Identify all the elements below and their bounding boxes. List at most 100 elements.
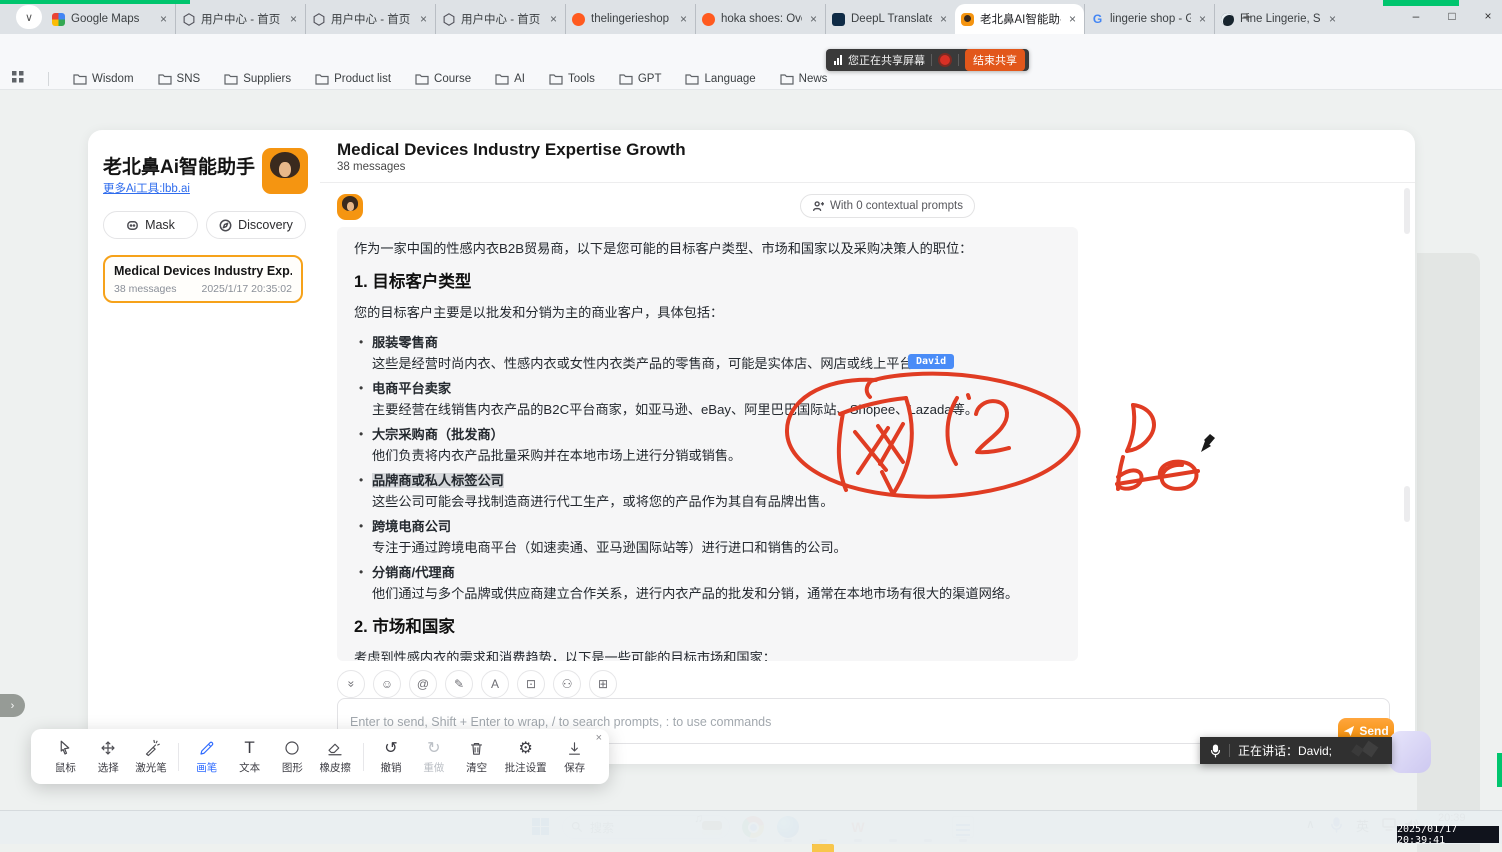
window-minimize-button[interactable]: –	[1398, 0, 1434, 32]
bookmark-label: Product list	[334, 73, 391, 85]
tool-save[interactable]: 保存	[554, 738, 595, 775]
chat-list-item[interactable]: Medical Devices Industry Exp... 38 messa…	[103, 255, 303, 303]
bookmark-folder-product-list[interactable]: Product list	[315, 73, 391, 85]
undo-icon: ↺	[384, 738, 397, 758]
tab-google-maps[interactable]: Google Maps×	[46, 4, 175, 34]
chevron-right-icon: ›	[11, 700, 15, 712]
contextual-prompts-button[interactable]: With 0 contextual prompts	[800, 194, 975, 218]
font-icon: A	[491, 677, 499, 691]
bookmark-folder-suppliers[interactable]: Suppliers	[224, 73, 291, 85]
bookmark-folder-gpt[interactable]: GPT	[619, 73, 662, 85]
tool-undo[interactable]: ↺撤销	[371, 738, 412, 775]
tab-title: 老北鼻AI智能助手	[980, 11, 1061, 27]
close-icon[interactable]: ×	[288, 12, 299, 26]
more-ai-tools-link[interactable]: 更多Ai工具:lbb.ai	[103, 180, 190, 196]
bookmark-folder-tools[interactable]: Tools	[549, 73, 595, 85]
mention-button[interactable]: @	[409, 670, 437, 698]
image-button[interactable]: ⊡	[517, 670, 545, 698]
tool-mouse[interactable]: 鼠标	[45, 738, 86, 775]
close-icon[interactable]: ×	[418, 12, 429, 26]
tab-title: 用户中心 - 首页	[331, 11, 412, 27]
new-tab-button[interactable]: +	[1236, 8, 1258, 30]
bookmark-folder-wisdom[interactable]: Wisdom	[73, 73, 134, 85]
bookmark-folder-ai[interactable]: AI	[495, 73, 525, 85]
move-icon	[99, 739, 117, 757]
end-share-button[interactable]: 结束共享	[965, 49, 1025, 71]
window-close-button[interactable]: ×	[1470, 0, 1502, 32]
browser-tab-strip: ∨ Google Maps× 用户中心 - 首页× 用户中心 - 首页× 用户中…	[0, 0, 1502, 34]
bookmark-folder-news[interactable]: News	[780, 73, 828, 85]
tool-brush[interactable]: 画笔	[186, 738, 227, 775]
smiley-icon: ☺	[381, 677, 393, 691]
tool-label: 画笔	[196, 760, 217, 775]
apps-grid-icon[interactable]	[12, 71, 24, 86]
tab-fine-lingerie[interactable]: Fine Lingerie, Sle×	[1214, 4, 1344, 34]
chat-item-title: Medical Devices Industry Exp...	[114, 264, 292, 278]
close-icon[interactable]: ×	[1067, 12, 1078, 26]
tool-laser-pen[interactable]: 激光笔	[131, 738, 172, 775]
folder-icon	[685, 73, 699, 85]
circle-shape-icon	[283, 739, 301, 757]
tool-select[interactable]: 选择	[88, 738, 129, 775]
mask-button[interactable]: Mask	[103, 211, 198, 239]
collapse-chevrons-button[interactable]: »	[337, 670, 365, 698]
magic-wand-button[interactable]: ✎	[445, 670, 473, 698]
tool-shapes[interactable]: 图形	[272, 738, 313, 775]
floating-widget[interactable]	[1389, 731, 1431, 773]
tool-settings[interactable]: ⚙批注设置	[499, 738, 552, 775]
mask-icon	[126, 219, 139, 232]
tab-lingerie-shop[interactable]: Glingerie shop - G×	[1084, 4, 1214, 34]
orange-dot-icon	[702, 13, 715, 26]
tab-user-center-1[interactable]: 用户中心 - 首页×	[175, 4, 305, 34]
tool-label: 清空	[466, 760, 487, 775]
scrollbar-thumb[interactable]	[1404, 486, 1410, 522]
tab-deepl[interactable]: DeepL Translate:×	[825, 4, 955, 34]
close-icon[interactable]: ×	[1327, 12, 1338, 26]
discovery-label: Discovery	[238, 218, 293, 232]
divider	[931, 54, 932, 66]
tab-user-center-3[interactable]: 用户中心 - 首页×	[435, 4, 565, 34]
toolbar-close-icon[interactable]: ×	[596, 732, 602, 744]
apps-grid-button[interactable]: ⊞	[589, 670, 617, 698]
text-tool-icon: T	[244, 738, 254, 758]
chevron-down-icon: ∨	[25, 11, 33, 24]
assistant-message-bubble: 作为一家中国的性感内衣B2B贸易商，以下是您可能的目标客户类型、市场和国家以及采…	[337, 227, 1078, 661]
section2-title: 2. 市场和国家	[354, 617, 1061, 638]
tool-text[interactable]: T文本	[229, 738, 270, 775]
bookmark-folder-sns[interactable]: SNS	[158, 73, 201, 85]
taskbar	[0, 810, 1502, 844]
tab-thelingerieshop[interactable]: thelingerieshop ×	[565, 4, 695, 34]
tab-laobeibi-active[interactable]: 老北鼻AI智能助手 ×	[955, 4, 1084, 34]
tool-eraser[interactable]: 橡皮擦	[315, 738, 356, 775]
tab-hoka-shoes[interactable]: hoka shoes: Ove×	[695, 4, 825, 34]
bookmark-folder-language[interactable]: Language	[685, 73, 755, 85]
discovery-button[interactable]: Discovery	[206, 211, 306, 239]
tab-title: thelingerieshop	[591, 13, 672, 25]
font-button[interactable]: A	[481, 670, 509, 698]
close-icon[interactable]: ×	[808, 12, 819, 26]
bookmark-folder-course[interactable]: Course	[415, 73, 471, 85]
emoji-face-button[interactable]: ☺	[373, 670, 401, 698]
close-icon[interactable]: ×	[678, 12, 689, 26]
bot-button[interactable]: ⚇	[553, 670, 581, 698]
tool-clear[interactable]: 清空	[456, 738, 497, 775]
close-icon[interactable]: ×	[938, 12, 949, 26]
sidebar-expand-handle[interactable]: ›	[0, 694, 25, 717]
close-icon[interactable]: ×	[1197, 12, 1208, 26]
pencil-icon	[198, 739, 216, 757]
tab-search-button[interactable]: ∨	[16, 5, 42, 29]
cursor-icon	[56, 739, 74, 757]
app-logo-avatar	[262, 148, 308, 194]
window-maximize-button[interactable]: □	[1434, 0, 1470, 32]
scrollbar-thumb[interactable]	[1404, 188, 1410, 234]
close-icon[interactable]: ×	[158, 12, 169, 26]
bookmark-label: GPT	[638, 73, 662, 85]
cube-icon	[182, 13, 195, 26]
close-icon[interactable]: ×	[548, 12, 559, 26]
tool-redo[interactable]: ↻重做	[413, 738, 454, 775]
tab-user-center-2[interactable]: 用户中心 - 首页 ×	[305, 4, 435, 34]
deepl-icon	[832, 13, 845, 26]
bookmarks-bar: Wisdom SNS Suppliers Product list Course…	[0, 68, 1502, 90]
popup-decoration	[1362, 741, 1379, 758]
tool-label: 批注设置	[505, 760, 547, 775]
